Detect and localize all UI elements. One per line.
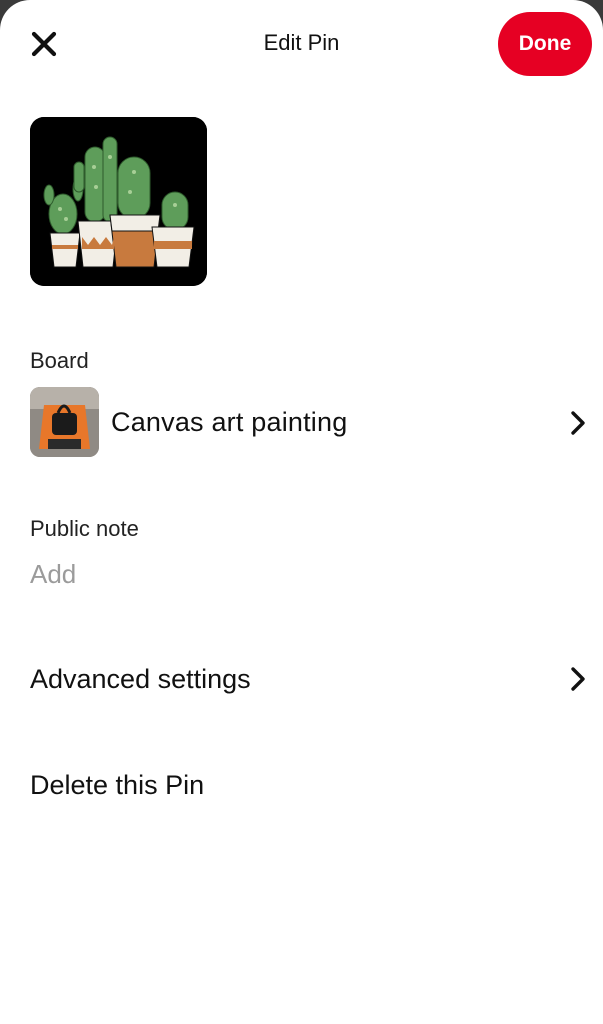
board-thumbnail [30, 387, 99, 457]
delete-pin-button[interactable]: Delete this Pin [30, 770, 204, 801]
board-selector[interactable]: Canvas art painting [30, 387, 590, 457]
done-button[interactable]: Done [498, 12, 592, 76]
public-note-input[interactable]: Add [30, 559, 76, 590]
board-label: Board [30, 348, 89, 373]
cactus-pots-illustration [30, 117, 207, 286]
advanced-settings-button[interactable]: Advanced settings [30, 664, 251, 695]
header: Edit Pin Done [0, 0, 603, 90]
chevron-right-icon [571, 667, 585, 691]
public-note-label: Public note [30, 516, 139, 541]
pin-image[interactable] [30, 117, 207, 286]
edit-pin-sheet: Edit Pin Done Board Canvas art painting … [0, 0, 603, 1024]
board-name: Canvas art painting [111, 407, 348, 437]
chevron-right-icon [571, 411, 585, 435]
